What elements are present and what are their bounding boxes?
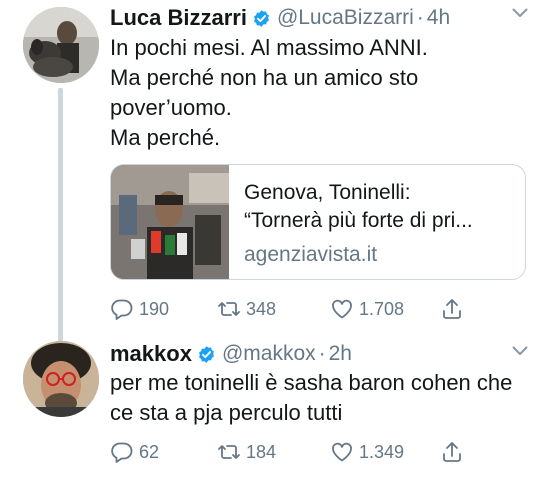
verified-badge-icon [253,9,269,27]
like-count: 1.349 [359,441,405,462]
retweet-count: 184 [246,441,277,462]
tweet-header: makkox @makkox · 2h [110,340,528,368]
tweet-text-line: Ma perché. [110,125,221,150]
tweet-text-line: per me toninelli è sasha baron cohen che [110,370,513,395]
share-button[interactable] [440,294,464,324]
retweet-button[interactable]: 348 [217,294,276,324]
avatar-image [23,341,99,417]
reply-button[interactable]: 190 [110,294,169,324]
timestamp[interactable]: 2h [329,342,352,366]
card-title: “Tornerà più forte di pri... [244,209,473,232]
card-thumbnail [111,165,229,279]
reply-icon [111,442,133,463]
avatar[interactable] [23,341,99,417]
tweet-text: per me toninelli è sasha baron cohen che… [110,368,538,428]
tweet-header: Luca Bizzarri @LucaBizzarri · 4h [110,4,528,32]
user-handle[interactable]: @LucaBizzarri [277,6,414,30]
tweet-luca-bizzarri[interactable]: Luca Bizzarri @LucaBizzarri · 4h In poch… [0,0,548,344]
display-name[interactable]: Luca Bizzarri [110,5,247,31]
card-thumbnail-image [111,165,229,279]
tweet-text-line: pover’uomo. [110,95,232,120]
like-button[interactable]: 1.708 [330,294,404,324]
retweet-icon [218,302,240,316]
tweet-makkox[interactable]: makkox @makkox · 2h per me toninelli è s… [0,338,548,480]
tweet-actions: 190 348 1.708 [110,294,470,324]
card-domain: agenziavista.it [244,243,378,266]
reply-button[interactable]: 62 [110,437,159,467]
separator-dot: · [416,6,424,29]
like-count: 1.708 [359,298,405,319]
retweet-icon [218,445,240,459]
verified-badge-icon [199,345,214,363]
retweet-button[interactable]: 184 [217,437,276,467]
reply-icon [111,299,133,320]
tweet-actions: 62 184 1.349 [110,437,470,467]
avatar[interactable] [23,7,99,83]
thread-connector-line [58,88,63,344]
share-icon [443,299,461,319]
user-handle[interactable]: @makkox [222,342,316,366]
like-button[interactable]: 1.349 [330,437,404,467]
tweet-text: In pochi mesi. Al massimo ANNI. Ma perch… [110,33,538,153]
display-name[interactable]: makkox [110,341,192,367]
reply-count: 190 [139,298,170,319]
card-title: Genova, Toninelli: [244,181,411,204]
tweet-text-line: ce sta a pja perculo tutti [110,400,343,425]
heart-icon [332,442,352,462]
card-body: Genova, Toninelli: “Tornerà più forte di… [244,179,517,269]
heart-icon [332,299,352,319]
chevron-down-icon[interactable] [512,8,528,18]
tweet-text-line: Ma perché non ha un amico sto [110,65,419,90]
share-icon [443,442,461,462]
avatar-image [23,7,99,83]
tweet-text-line: In pochi mesi. Al massimo ANNI. [110,35,428,60]
link-preview-card[interactable]: Genova, Toninelli: “Tornerà più forte di… [110,164,526,280]
share-button[interactable] [440,437,464,467]
reply-count: 62 [139,441,160,462]
chevron-down-icon[interactable] [512,346,528,356]
retweet-count: 348 [246,298,277,319]
timestamp[interactable]: 4h [427,6,450,30]
separator-dot: · [318,342,326,365]
